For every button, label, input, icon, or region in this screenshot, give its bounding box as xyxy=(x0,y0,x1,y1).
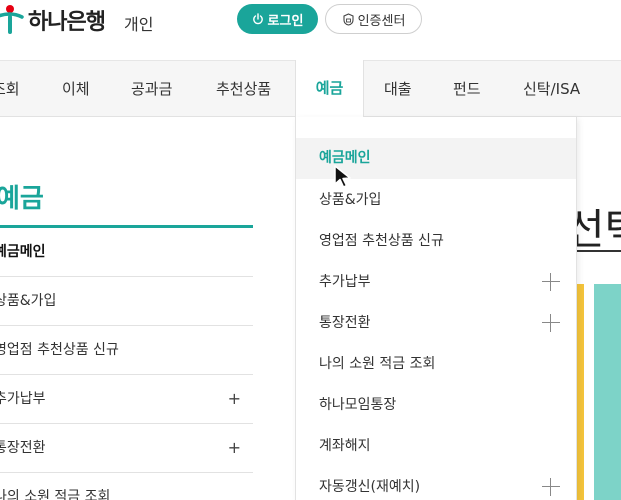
expand-plus-icon[interactable] xyxy=(542,273,560,291)
banner-teal-card[interactable] xyxy=(594,284,621,500)
brand-sub-label: 개인 xyxy=(124,15,154,34)
login-label: 로그인 xyxy=(267,13,304,29)
dropdown-item-extra-payment[interactable]: 추가납부 xyxy=(296,262,576,303)
dropdown-item-label: 자동갱신(재예치) xyxy=(319,479,421,495)
expand-plus-icon[interactable]: + xyxy=(228,424,241,472)
mouse-cursor-icon xyxy=(334,165,351,188)
gnb-item-deposit[interactable]: 예금 xyxy=(295,60,364,117)
expand-plus-icon[interactable] xyxy=(542,478,560,496)
dropdown-item-group-account[interactable]: 하나모임통장 xyxy=(296,385,576,426)
sidebar-item-branch-new[interactable]: 영업점 추천상품 신규 xyxy=(0,326,253,375)
gnb-item-fund[interactable]: 펀드 xyxy=(453,61,481,117)
expand-plus-icon[interactable]: + xyxy=(228,375,241,423)
sidebar-item-label: 영업점 추천상품 신규 xyxy=(0,342,119,358)
sidebar-item-label: 통장전환 xyxy=(0,440,46,456)
hana-logo-icon[interactable] xyxy=(0,4,24,34)
sidebar-item-label: 상품&가입 xyxy=(0,293,57,309)
site-header: 하나은행 개인 로그인 인증센터 xyxy=(0,0,621,60)
sidebar-item-label: 나의 소원 적금 조회 xyxy=(0,489,111,500)
expand-plus-icon[interactable] xyxy=(542,314,560,332)
dropdown-item-auto-renewal[interactable]: 자동갱신(재예치) xyxy=(296,467,576,500)
login-button[interactable]: 로그인 xyxy=(237,4,318,34)
sidebar-item-deposit-main[interactable]: 예금메인 xyxy=(0,228,253,277)
dropdown-item-close-account[interactable]: 계좌해지 xyxy=(296,426,576,467)
brand-name[interactable]: 하나은행 xyxy=(28,4,106,36)
sidebar-title: 예금 xyxy=(0,184,44,214)
sidebar-item-label: 예금메인 xyxy=(0,244,46,260)
sidebar-item-wish-savings[interactable]: 나의 소원 적금 조회 xyxy=(0,473,253,500)
sidebar-item-extra-payment[interactable]: 추가납부 + xyxy=(0,375,253,424)
sidebar-item-account-convert[interactable]: 통장전환 + xyxy=(0,424,253,473)
lock-icon xyxy=(343,12,354,26)
gnb-item-inquiry[interactable]: 조회 xyxy=(0,61,20,117)
global-nav: 조회 이체 공과금 추천상품 예금 대출 펀드 신탁/ISA xyxy=(0,60,621,117)
dropdown-item-label: 통장전환 xyxy=(319,315,371,331)
gnb-item-utility[interactable]: 공과금 xyxy=(131,61,172,117)
sidebar-item-products[interactable]: 상품&가입 xyxy=(0,277,253,326)
dropdown-item-label: 추가납부 xyxy=(319,274,371,290)
sidebar-item-label: 추가납부 xyxy=(0,391,46,407)
gnb-item-trust-isa[interactable]: 신탁/ISA xyxy=(523,61,580,117)
cert-center-label: 인증센터 xyxy=(357,13,406,29)
dropdown-item-wish-savings[interactable]: 나의 소원 적금 조회 xyxy=(296,344,576,385)
dropdown-item-account-convert[interactable]: 통장전환 xyxy=(296,303,576,344)
power-icon xyxy=(252,13,263,25)
gnb-item-transfer[interactable]: 이체 xyxy=(62,61,90,117)
gnb-item-loan[interactable]: 대출 xyxy=(384,61,412,117)
dropdown-item-branch-new[interactable]: 영업점 추천상품 신규 xyxy=(296,221,576,262)
cert-center-button[interactable]: 인증센터 xyxy=(325,4,422,34)
gnb-item-recommended[interactable]: 추천상품 xyxy=(216,61,271,117)
